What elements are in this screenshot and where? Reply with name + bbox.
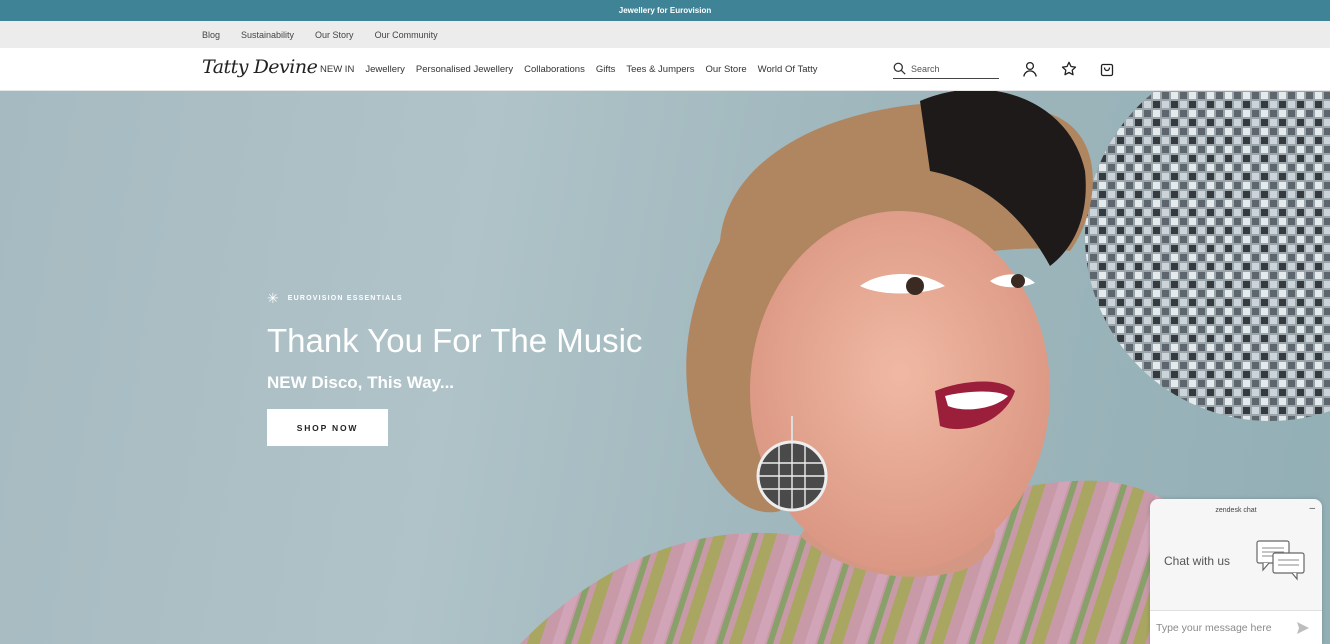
chat-widget[interactable]: zendesk chat – Chat with us: [1150, 499, 1322, 644]
account-icon[interactable]: [1020, 59, 1040, 79]
logo[interactable]: Tatty Devine: [202, 56, 318, 78]
chat-header[interactable]: zendesk chat –: [1150, 499, 1322, 521]
nav-item-world-of-tatty[interactable]: World Of Tatty: [758, 64, 818, 75]
shopping-bag-icon[interactable]: [1097, 59, 1117, 79]
chat-input-bar: [1150, 610, 1322, 644]
nav-item-collaborations[interactable]: Collaborations: [524, 64, 585, 75]
shop-now-button[interactable]: SHOP NOW: [267, 409, 388, 446]
nav-item-our-store[interactable]: Our Store: [705, 64, 746, 75]
hero-eyebrow: ✳ EUROVISION ESSENTIALS: [267, 291, 403, 305]
announcement-text[interactable]: Jewellery for Eurovision: [619, 6, 711, 15]
main-nav: NEW IN Jewellery Personalised Jewellery …: [320, 64, 818, 75]
minimize-icon[interactable]: –: [1309, 503, 1315, 514]
search-input[interactable]: [911, 63, 997, 74]
nav-item-jewellery[interactable]: Jewellery: [365, 64, 405, 75]
utility-link-our-story[interactable]: Our Story: [315, 30, 354, 40]
hero-image: [520, 91, 1330, 644]
search-icon[interactable]: [893, 62, 906, 75]
hero-eyebrow-text: EUROVISION ESSENTIALS: [287, 294, 403, 302]
utility-link-blog[interactable]: Blog: [202, 30, 220, 40]
nav-item-new-in[interactable]: NEW IN: [320, 64, 354, 75]
send-icon[interactable]: [1290, 615, 1316, 641]
chat-header-title: zendesk chat: [1215, 506, 1257, 514]
chat-prompt: Chat with us: [1164, 554, 1231, 568]
utility-nav: Blog Sustainability Our Story Our Commun…: [0, 21, 1330, 48]
chat-message-input[interactable]: [1150, 621, 1290, 634]
search-box[interactable]: [893, 59, 999, 79]
utility-link-our-community[interactable]: Our Community: [375, 30, 438, 40]
nav-item-tees-jumpers[interactable]: Tees & Jumpers: [626, 64, 694, 75]
announcement-bar[interactable]: Jewellery for Eurovision: [0, 0, 1330, 21]
hero-banner[interactable]: ✳ EUROVISION ESSENTIALS Thank You For Th…: [0, 91, 1330, 644]
chat-bubbles-icon: [1256, 540, 1305, 581]
hero-subline: NEW Disco, This Way...: [267, 373, 455, 392]
nav-item-gifts[interactable]: Gifts: [596, 64, 616, 75]
utility-link-sustainability[interactable]: Sustainability: [241, 30, 294, 40]
asterisk-icon: ✳: [267, 290, 279, 306]
hero-headline: Thank You For The Music: [267, 322, 643, 359]
wishlist-star-icon[interactable]: [1059, 59, 1079, 79]
main-header: Tatty Devine NEW IN Jewellery Personalis…: [0, 48, 1330, 91]
nav-item-personalised-jewellery[interactable]: Personalised Jewellery: [416, 64, 513, 75]
